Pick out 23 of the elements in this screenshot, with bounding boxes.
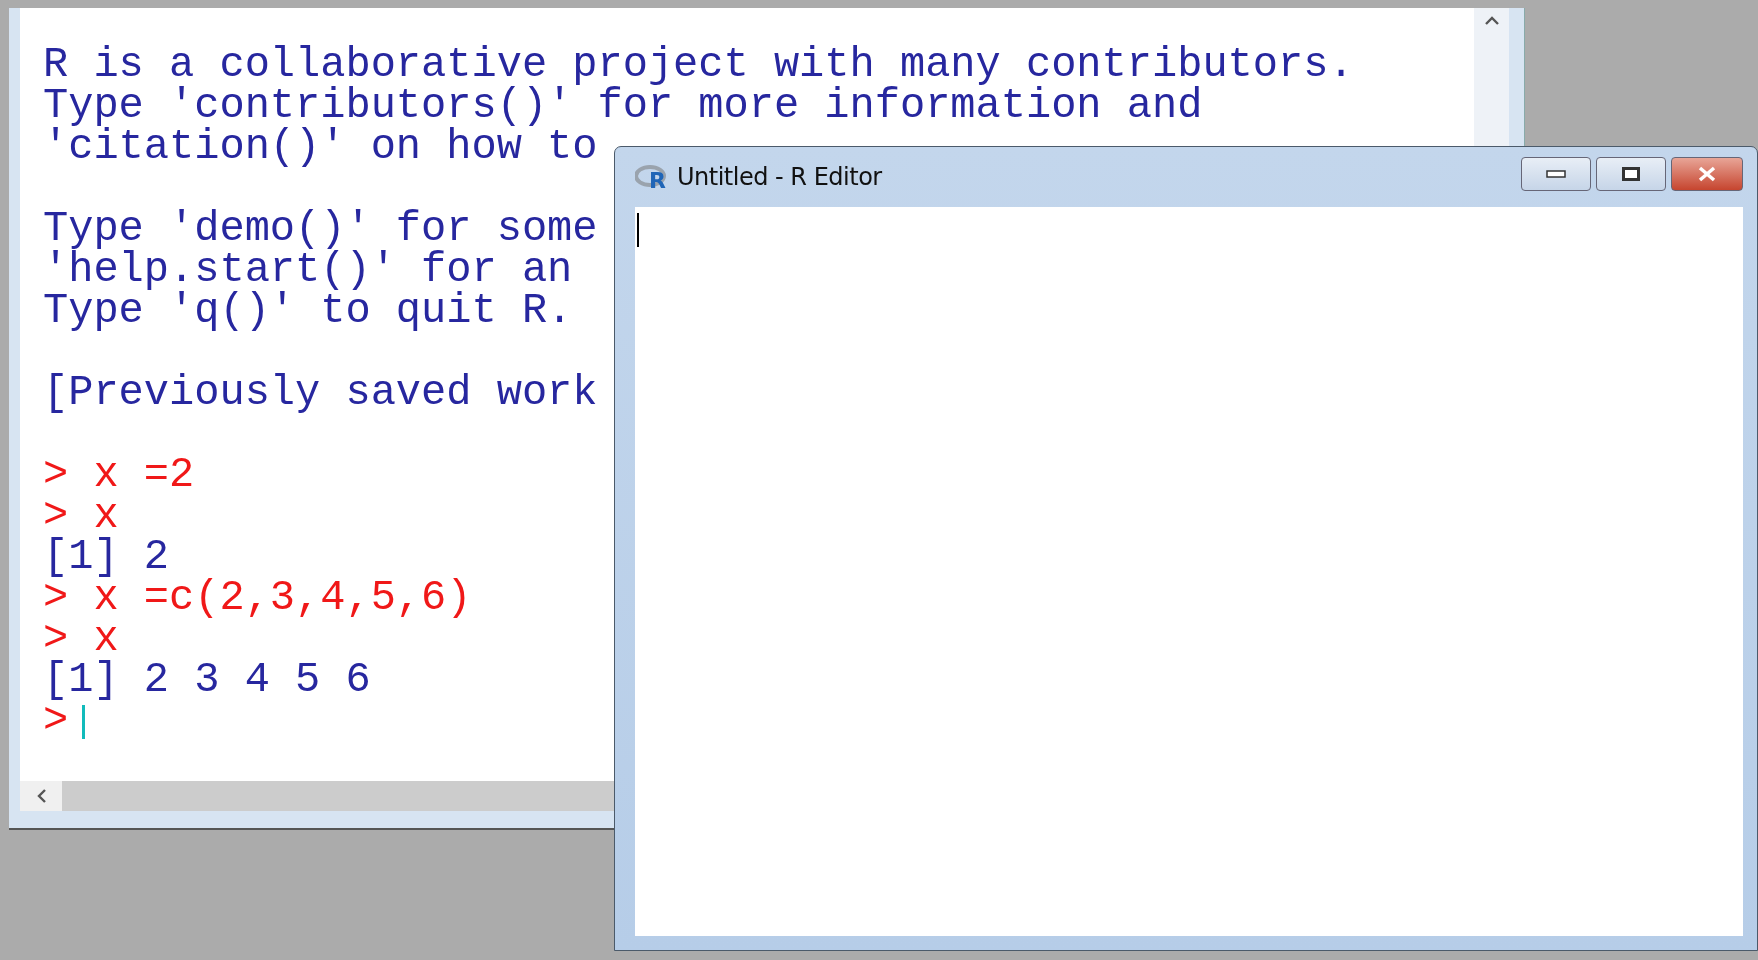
console-output: Type 'contributors()' for more information and	[43, 86, 1203, 127]
console-output: Type 'demo()' for some	[43, 209, 598, 250]
console-output: 'help.start()' for an	[43, 250, 573, 291]
console-output: 'citation()' on how to	[43, 127, 598, 168]
console-output: [Previously saved work	[43, 373, 598, 414]
console-command: > x =c(2,3,4,5,6)	[43, 578, 472, 619]
console-output: [1] 2	[43, 537, 170, 578]
minimize-icon	[1546, 170, 1566, 178]
console-output: [1] 2 3 4 5 6	[43, 660, 371, 701]
console-command: > x	[43, 619, 119, 660]
minimize-button[interactable]	[1521, 157, 1591, 191]
window-title: Untitled - R Editor	[677, 163, 882, 191]
maximize-icon	[1622, 167, 1640, 181]
maximize-button[interactable]	[1596, 157, 1666, 191]
console-command: > x	[43, 496, 119, 537]
console-command: > x =2	[43, 455, 195, 496]
console-prompt: >	[43, 701, 69, 742]
chevron-up-icon[interactable]	[1484, 16, 1499, 25]
chevron-left-icon[interactable]	[36, 789, 46, 803]
console-output: R is a collaborative project with many contributors.	[43, 45, 1354, 86]
console-output: Type 'q()' to quit R.	[43, 291, 573, 332]
close-icon	[1697, 166, 1717, 182]
close-button[interactable]	[1671, 157, 1743, 191]
